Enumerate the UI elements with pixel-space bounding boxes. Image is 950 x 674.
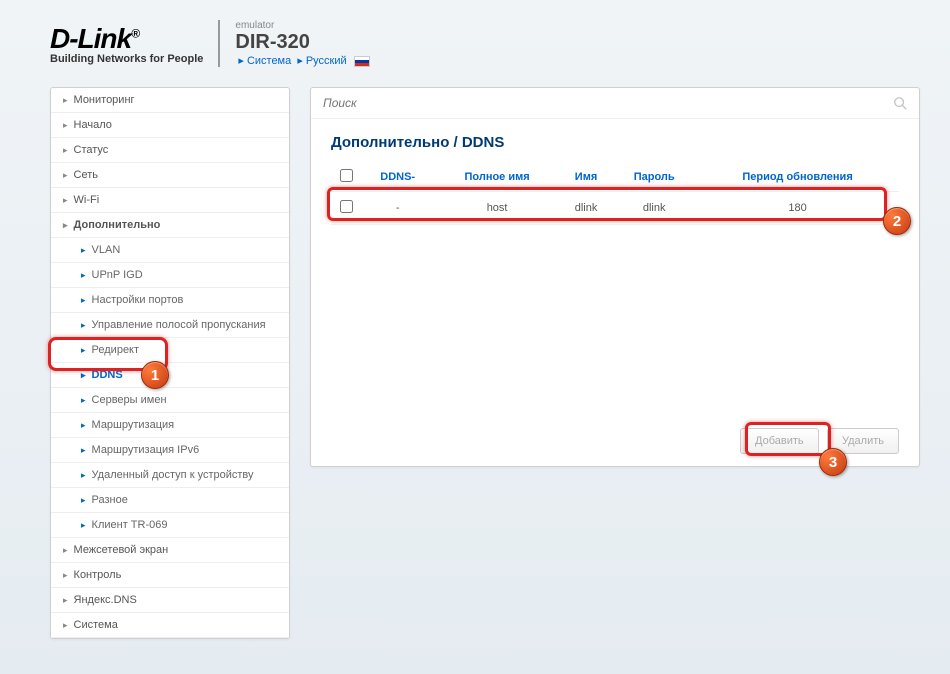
crumb-system[interactable]: Система bbox=[247, 55, 291, 67]
sidebar-item-control[interactable]: ▸Контроль bbox=[51, 563, 289, 588]
sidebar-sub-upnp[interactable]: ▸UPnP IGD bbox=[51, 263, 289, 288]
sidebar-sub-tr069[interactable]: ▸Клиент TR-069 bbox=[51, 513, 289, 538]
col-password[interactable]: Пароль bbox=[612, 163, 696, 192]
brand-name: D-Link bbox=[50, 23, 131, 54]
sidebar-sub-ddns[interactable]: ▸DDNS bbox=[51, 363, 289, 388]
app-header: D-Link® Building Networks for People emu… bbox=[0, 0, 950, 77]
sidebar-item-start[interactable]: ▸Начало bbox=[51, 113, 289, 138]
sidebar-sub-vlan[interactable]: ▸VLAN bbox=[51, 238, 289, 263]
annotation-badge-2: 2 bbox=[883, 207, 911, 235]
cell-fullname: host bbox=[434, 192, 559, 225]
table-row[interactable]: - host dlink dlink 180 bbox=[331, 192, 899, 225]
sidebar-item-wifi[interactable]: ▸Wi-Fi bbox=[51, 188, 289, 213]
header-info: emulator DIR-320 ▸Система ▸Русский bbox=[218, 20, 369, 67]
brand-logo: D-Link® Building Networks for People bbox=[50, 23, 203, 65]
col-fullname[interactable]: Полное имя bbox=[434, 163, 559, 192]
row-checkbox[interactable] bbox=[340, 200, 353, 213]
sidebar-sub-routing-ipv6[interactable]: ▸Маршрутизация IPv6 bbox=[51, 438, 289, 463]
sidebar-item-yandexdns[interactable]: ▸Яндекс.DNS bbox=[51, 588, 289, 613]
main-panel: Дополнительно / DDNS DDNS- Полное имя Им… bbox=[310, 87, 920, 467]
model-name: DIR-320 bbox=[235, 31, 369, 54]
annotation-badge-3: 3 bbox=[819, 448, 847, 476]
cell-password: dlink bbox=[612, 192, 696, 225]
sidebar-sub-misc[interactable]: ▸Разное bbox=[51, 488, 289, 513]
crumb-language[interactable]: Русский bbox=[306, 55, 347, 67]
search-icon bbox=[893, 96, 907, 110]
add-button[interactable]: Добавить bbox=[740, 428, 819, 454]
cell-ddns: - bbox=[361, 192, 434, 225]
search-bar bbox=[311, 88, 919, 119]
brand-tagline: Building Networks for People bbox=[50, 53, 203, 65]
header-breadcrumb: ▸Система ▸Русский bbox=[235, 54, 369, 67]
sidebar-item-network[interactable]: ▸Сеть bbox=[51, 163, 289, 188]
ddns-table: DDNS- Полное имя Имя Пароль Период обнов… bbox=[331, 163, 899, 225]
cell-period: 180 bbox=[696, 192, 899, 225]
sidebar-sub-redirect[interactable]: ▸Редирект bbox=[51, 338, 289, 363]
cell-name: dlink bbox=[560, 192, 612, 225]
sidebar-sub-remote[interactable]: ▸Удаленный доступ к устройству bbox=[51, 463, 289, 488]
sidebar-item-status[interactable]: ▸Статус bbox=[51, 138, 289, 163]
select-all-checkbox[interactable] bbox=[340, 169, 353, 182]
col-update-period[interactable]: Период обновления bbox=[696, 163, 899, 192]
flag-russia-icon bbox=[354, 56, 370, 67]
sidebar-sub-nameservers[interactable]: ▸Серверы имен bbox=[51, 388, 289, 413]
sidebar-sub-ports[interactable]: ▸Настройки портов bbox=[51, 288, 289, 313]
col-ddns[interactable]: DDNS- bbox=[361, 163, 434, 192]
sidebar-item-firewall[interactable]: ▸Межсетевой экран bbox=[51, 538, 289, 563]
col-name[interactable]: Имя bbox=[560, 163, 612, 192]
annotation-badge-1: 1 bbox=[141, 361, 169, 389]
page-title: Дополнительно / DDNS bbox=[331, 134, 899, 151]
search-input[interactable] bbox=[323, 96, 893, 110]
sidebar-item-monitoring[interactable]: ▸Мониторинг bbox=[51, 88, 289, 113]
sidebar-sub-bandwidth[interactable]: ▸Управление полосой пропускания bbox=[51, 313, 289, 338]
sidebar-item-system[interactable]: ▸Система bbox=[51, 613, 289, 638]
emulator-label: emulator bbox=[235, 20, 369, 31]
sidebar-item-advanced[interactable]: ▸Дополнительно bbox=[51, 213, 289, 238]
sidebar: ▸Мониторинг ▸Начало ▸Статус ▸Сеть ▸Wi-Fi… bbox=[50, 87, 290, 639]
action-bar: Добавить Удалить 3 bbox=[331, 408, 899, 454]
sidebar-sub-routing[interactable]: ▸Маршрутизация bbox=[51, 413, 289, 438]
